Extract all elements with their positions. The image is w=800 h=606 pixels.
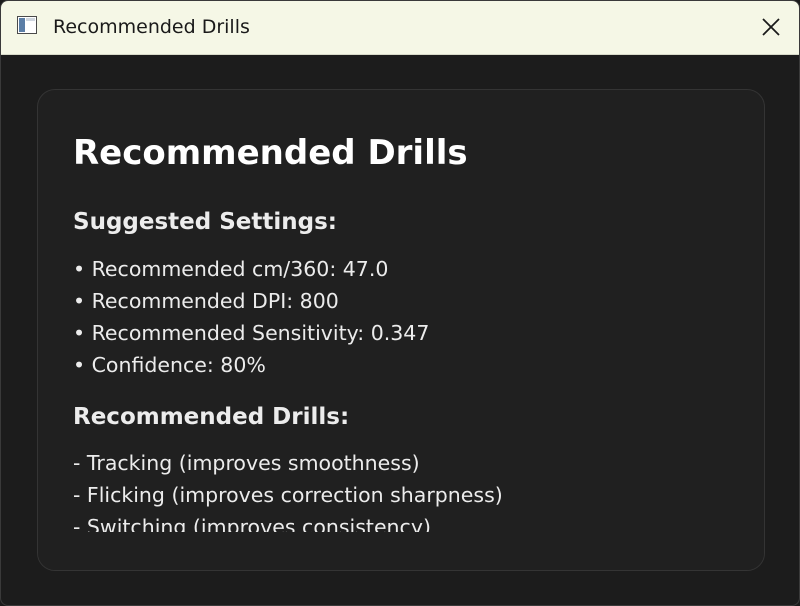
list-item: • Recommended cm/360: 47.0 [73, 257, 389, 281]
settings-list: • Recommended cm/360: 47.0 • Recommended… [73, 253, 429, 381]
title-bar[interactable]: Recommended Drills [1, 1, 799, 55]
list-item: - Tracking (improves smoothness) [73, 451, 420, 475]
close-icon [762, 18, 780, 36]
card-title: Recommended Drills [73, 133, 468, 173]
list-item: • Confidence: 80% [73, 353, 266, 377]
window-title: Recommended Drills [53, 16, 250, 38]
list-item: • Recommended DPI: 800 [73, 289, 339, 313]
app-window-icon [17, 16, 37, 34]
drills-list: - Tracking (improves smoothness) - Flick… [73, 447, 503, 543]
list-item: - Flicking (improves correction sharpnes… [73, 483, 503, 507]
settings-heading: Suggested Settings: [73, 209, 337, 235]
close-button[interactable] [755, 11, 787, 43]
card-scroll-clip [38, 532, 764, 570]
app-window: Recommended Drills Recommended Drills Su… [0, 0, 800, 606]
list-item: • Recommended Sensitivity: 0.347 [73, 321, 430, 345]
drills-heading: Recommended Drills: [73, 404, 350, 430]
drills-card: Recommended Drills Suggested Settings: •… [37, 89, 765, 571]
